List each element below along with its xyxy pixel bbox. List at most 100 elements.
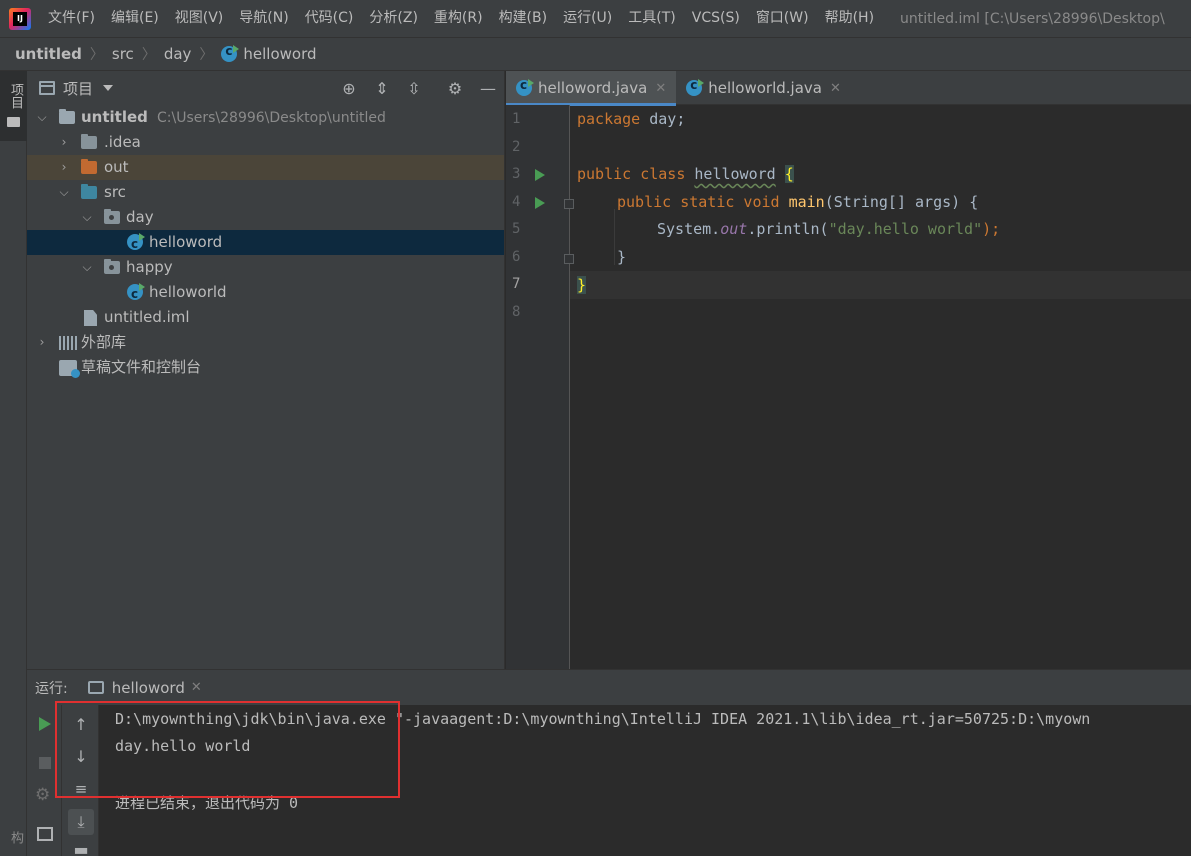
menu-window[interactable]: 窗口(W) (748, 0, 817, 37)
project-panel-title[interactable]: 项目 (63, 78, 93, 99)
chevron-right-icon[interactable]: › (57, 155, 71, 180)
tree-item-helloworld[interactable]: helloworld (27, 280, 504, 307)
run-tab-helloword[interactable]: helloword ✕ (87, 679, 202, 697)
project-panel: 项目 ⊕ ⇕ ⇳ ⚙ — ⌵ untitled C:\Users\28996\D… (27, 71, 505, 669)
window-title: untitled.iml [C:\Users\28996\Desktop\ (900, 10, 1165, 27)
run-class-icon[interactable] (535, 169, 545, 181)
gear-icon[interactable]: ⚙ (35, 785, 50, 805)
expand-all-icon[interactable]: ⇕ (373, 80, 391, 98)
menu-navigate[interactable]: 导航(N) (231, 0, 296, 37)
menu-bar: IJ 文件(F) 编辑(E) 视图(V) 导航(N) 代码(C) 分析(Z) 重… (0, 0, 1191, 37)
breadcrumb-separator-icon: 〉 (141, 47, 156, 63)
code-line-4: public static void main(String[] args) { (617, 193, 979, 211)
tab-label: helloworld.java (708, 79, 822, 97)
breadcrumb-project[interactable]: untitled (15, 45, 82, 63)
stop-icon[interactable] (39, 757, 51, 769)
gear-icon[interactable]: ⚙ (446, 80, 464, 98)
menu-view[interactable]: 视图(V) (167, 0, 232, 37)
tab-helloword-java[interactable]: helloword.java ✕ (506, 71, 677, 106)
close-icon[interactable]: ✕ (655, 81, 666, 96)
chevron-right-icon[interactable]: › (35, 330, 49, 355)
module-folder-icon (59, 109, 75, 124)
chevron-down-icon[interactable]: ⌵ (57, 180, 71, 205)
code-line-5: System.out.println("day.hello world"); (657, 220, 1001, 238)
intellij-logo-icon[interactable]: IJ (9, 7, 31, 30)
menu-file[interactable]: 文件(F) (40, 0, 103, 37)
tree-item-day[interactable]: ⌵ day (27, 205, 504, 230)
tab-helloworld-java[interactable]: helloworld.java ✕ (676, 71, 851, 105)
close-icon[interactable]: ✕ (191, 680, 202, 695)
menu-help[interactable]: 帮助(H) (817, 0, 882, 37)
editor-gutter[interactable]: 1 2 3 4 5 6 7 8 (506, 105, 574, 669)
minimize-icon[interactable]: — (479, 80, 497, 98)
collapse-all-icon[interactable]: ⇳ (405, 80, 423, 98)
line-number: 2 (512, 139, 521, 155)
breadcrumb-day[interactable]: day (164, 45, 192, 63)
line-number: 3 (512, 166, 521, 182)
menu-analyze[interactable]: 分析(Z) (361, 0, 426, 37)
menu-edit[interactable]: 编辑(E) (103, 0, 167, 37)
run-header: 运行: helloword ✕ (27, 670, 1191, 705)
run-method-icon[interactable] (535, 197, 545, 209)
tree-item-label: out (104, 158, 129, 176)
java-class-icon (127, 232, 145, 257)
chevron-down-icon[interactable]: ⌵ (80, 205, 94, 230)
breadcrumb-src[interactable]: src (112, 45, 134, 63)
editor-tab-bar: helloword.java ✕ helloworld.java ✕ (506, 71, 1191, 106)
java-class-icon (686, 78, 705, 96)
tree-item-idea[interactable]: › .idea (27, 130, 504, 155)
breadcrumb: untitled 〉 src 〉 day 〉 helloword (0, 37, 1191, 71)
project-tool-label: 项目 (8, 83, 23, 109)
project-tool-button[interactable]: 项目 (0, 71, 27, 141)
code-editor: helloword.java ✕ helloworld.java ✕ 1 2 3… (506, 71, 1191, 669)
chevron-right-icon[interactable]: › (57, 130, 71, 155)
breadcrumb-helloword[interactable]: helloword (243, 45, 316, 63)
code-line-6: } (617, 248, 627, 266)
tree-item-untitled[interactable]: ⌵ untitled C:\Users\28996\Desktop\untitl… (27, 105, 504, 130)
rerun-icon[interactable] (39, 717, 51, 731)
tree-item-label: .idea (104, 133, 141, 151)
indent-guide (614, 209, 615, 265)
project-panel-header: 项目 ⊕ ⇕ ⇳ ⚙ — (27, 71, 504, 105)
line-number: 4 (512, 194, 521, 210)
tree-item-label: happy (126, 258, 173, 276)
locate-target-icon[interactable]: ⊕ (340, 80, 358, 98)
current-line-highlight (570, 271, 1191, 299)
folder-icon (81, 134, 97, 149)
menu-tools[interactable]: 工具(T) (620, 0, 683, 37)
tree-item-happy[interactable]: ⌵ happy (27, 255, 504, 280)
console-icon (87, 681, 104, 694)
tree-item-scratches[interactable]: 草稿文件和控制台 (27, 355, 504, 380)
tree-item-label: src (104, 183, 126, 201)
chevron-down-icon[interactable]: ⌵ (80, 255, 94, 280)
tree-item-untitled-iml[interactable]: untitled.iml (27, 305, 504, 330)
tree-item-external-libraries[interactable]: › 外部库 (27, 330, 504, 355)
scratch-console-icon (59, 360, 80, 378)
menu-refactor[interactable]: 重构(R) (426, 0, 491, 37)
code-area[interactable]: package day; public class helloword { pu… (570, 105, 1191, 669)
tree-item-src[interactable]: ⌵ src (27, 180, 504, 205)
chevron-down-icon[interactable] (103, 85, 114, 91)
library-icon (59, 336, 77, 350)
code-line-3: public class helloword { (577, 165, 794, 183)
tree-item-helloword[interactable]: helloword (27, 230, 504, 257)
tree-item-label: 外部库 (81, 333, 127, 351)
layout-icon[interactable] (37, 827, 53, 841)
menu-build[interactable]: 构建(B) (491, 0, 556, 37)
tree-item-label: helloworld (149, 283, 227, 301)
menu-code[interactable]: 代码(C) (297, 0, 362, 37)
close-icon[interactable]: ✕ (830, 81, 841, 96)
tree-item-label: untitled.iml (104, 308, 190, 326)
line-number: 7 (512, 276, 521, 292)
line-number: 1 (512, 111, 521, 127)
scroll-to-end-icon[interactable]: ⤓ (68, 809, 94, 835)
annotation-highlight-box (55, 701, 400, 798)
menu-vcs[interactable]: VCS(S) (684, 0, 748, 37)
line-number: 8 (512, 304, 521, 320)
chevron-down-icon[interactable]: ⌵ (35, 105, 49, 130)
print-icon[interactable]: ▬ (70, 839, 92, 856)
tab-label: helloword.java (538, 79, 648, 97)
tree-item-out[interactable]: › out (27, 155, 504, 180)
menu-run[interactable]: 运行(U) (555, 0, 620, 37)
package-icon (104, 209, 120, 224)
